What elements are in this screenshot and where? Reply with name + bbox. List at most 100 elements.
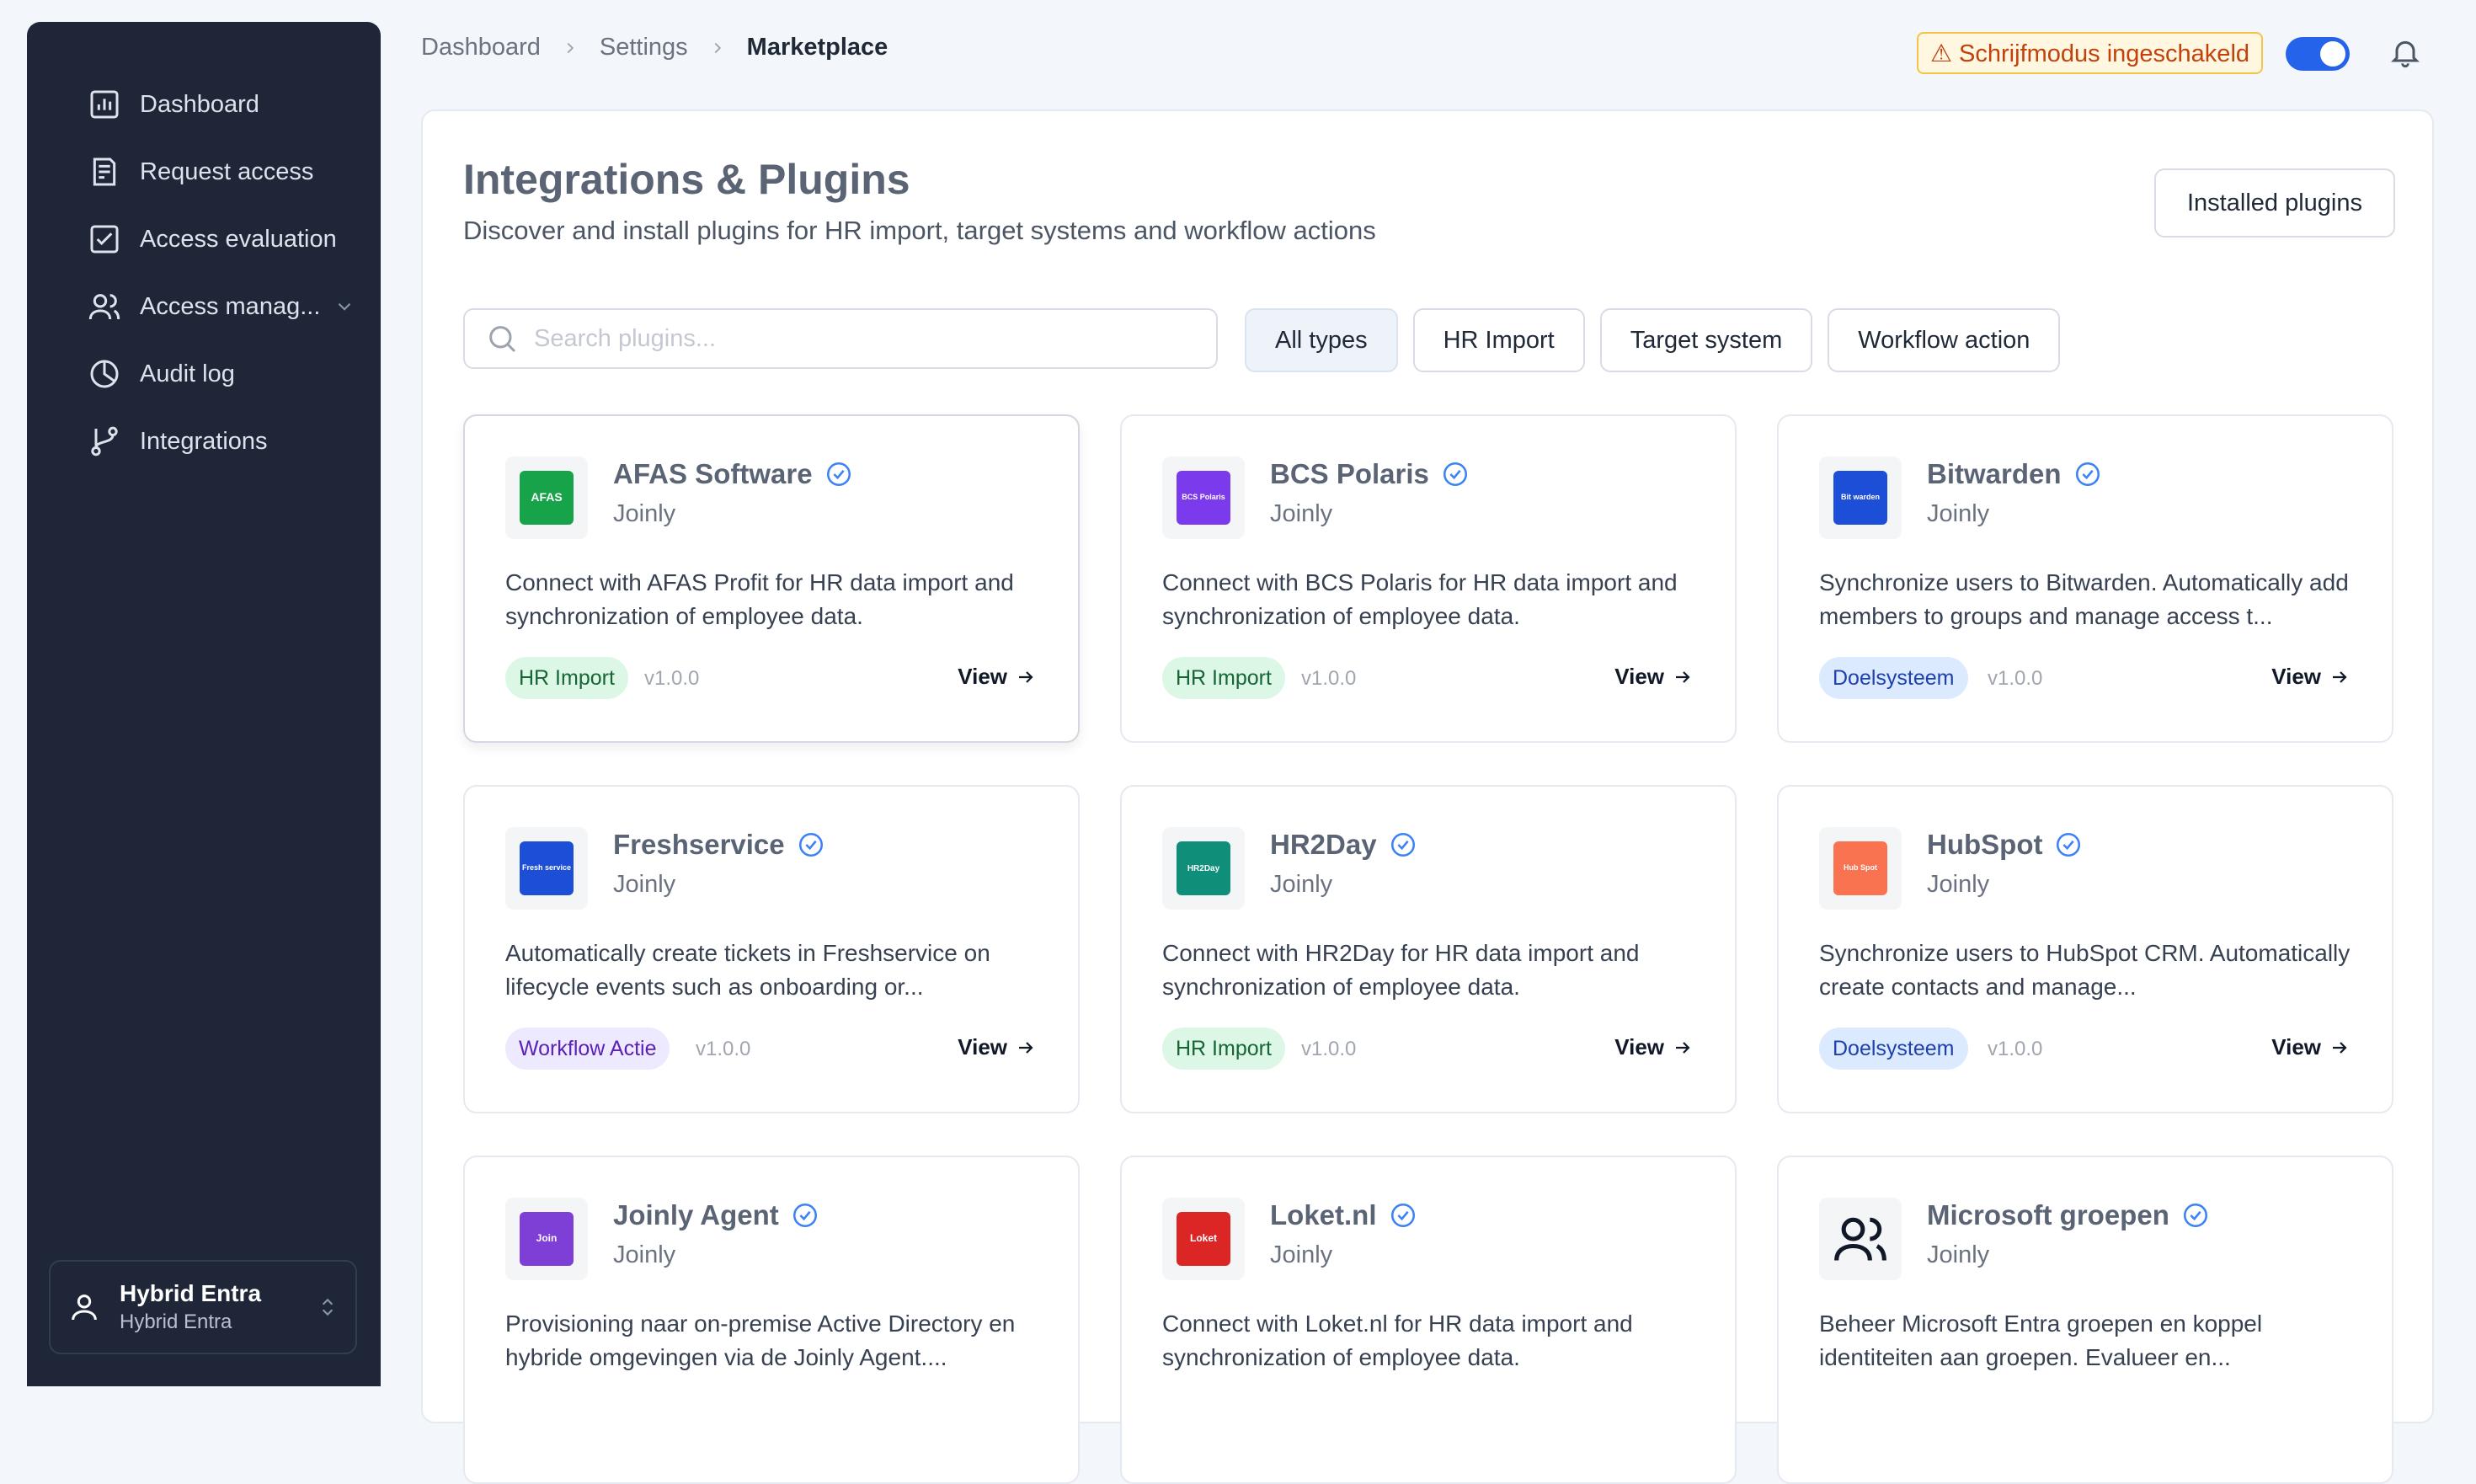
plugin-description: Synchronize users to Bitwarden. Automati… <box>1819 569 2349 629</box>
verified-icon <box>826 462 851 487</box>
plugin-name: HubSpot <box>1927 829 2043 860</box>
plugin-type-badge: Workflow Actie <box>505 1028 670 1070</box>
plugin-card-bitwarden[interactable]: Bit warden Bitwarden Joinly Synchronize … <box>1777 414 2393 743</box>
plugin-version: v1.0.0 <box>696 1038 751 1060</box>
plugin-vendor: Joinly <box>1927 871 1990 898</box>
bell-icon[interactable] <box>2388 35 2422 69</box>
view-label: View <box>2271 664 2321 689</box>
plugin-logo: BCS Polaris <box>1162 456 1245 539</box>
plugin-card-hr2day[interactable]: HR2Day HR2Day Joinly Connect with HR2Day… <box>1120 785 1737 1113</box>
arrow-right-icon <box>1676 1041 1690 1054</box>
view-plugin-link[interactable]: View <box>2271 1034 2350 1060</box>
plugin-version: v1.0.0 <box>1988 667 2043 690</box>
plugin-card-bcs-polaris[interactable]: BCS Polaris BCS Polaris Joinly Connect w… <box>1120 414 1737 743</box>
sidebar-item-request-access[interactable]: Request access <box>61 138 364 206</box>
plugin-name: Joinly Agent <box>613 1199 779 1230</box>
main-panel: Integrations & Plugins Discover and inst… <box>421 109 2434 1484</box>
plugin-version: v1.0.0 <box>644 667 700 690</box>
view-label: View <box>1614 664 1664 689</box>
plugin-vendor: Joinly <box>613 1241 676 1268</box>
verified-icon <box>792 1203 817 1228</box>
plugin-name-row: AFAS Software <box>613 458 853 490</box>
plugin-logo: HR2Day <box>1162 827 1245 910</box>
filter-all-types[interactable]: All types <box>1245 308 1398 372</box>
plugin-card-loket[interactable]: Loket Loket.nl Joinly Connect with Loket… <box>1120 1156 1737 1484</box>
view-plugin-link[interactable]: View <box>958 1034 1036 1060</box>
plugin-vendor: Joinly <box>1270 871 1333 898</box>
sidebar-item-access-management[interactable]: Access manag... <box>61 273 364 340</box>
sidebar-item-dashboard[interactable]: Dashboard <box>61 71 364 138</box>
sidebar-item-access-evaluation[interactable]: Access evaluation <box>61 206 364 273</box>
filter-target-system[interactable]: Target system <box>1599 308 1813 372</box>
verified-icon <box>2183 1203 2207 1228</box>
hubspot-logo: Hub Spot <box>1833 841 1887 895</box>
plugin-name: Bitwarden <box>1927 458 2062 489</box>
afas-logo: AFAS <box>520 471 574 525</box>
bitwarden-logo: Bit warden <box>1833 471 1887 525</box>
view-plugin-link[interactable]: View <box>2271 664 2350 690</box>
breadcrumb-dashboard[interactable]: Dashboard <box>421 34 541 61</box>
plugin-logo: Fresh service <box>505 827 588 910</box>
plugin-description: Synchronize users to HubSpot CRM. Automa… <box>1819 940 2351 1000</box>
write-mode-toggle[interactable] <box>2286 37 2350 71</box>
plugin-name: Loket.nl <box>1270 1199 1377 1230</box>
plugin-card-freshservice[interactable]: Fresh service Freshservice Joinly Automa… <box>463 785 1080 1113</box>
breadcrumb-settings[interactable]: Settings <box>600 34 688 61</box>
filter-hr-import[interactable]: HR Import <box>1412 308 1585 372</box>
type-filters: All types HR Import Target system Workfl… <box>1245 308 2075 372</box>
arrow-right-icon <box>1019 670 1033 683</box>
git-branch-icon <box>88 424 121 458</box>
users-icon <box>88 290 121 323</box>
arrow-right-icon <box>2333 670 2347 683</box>
user-icon <box>67 1290 101 1324</box>
plugin-name: Freshservice <box>613 829 785 860</box>
plugin-name-row: Loket.nl <box>1270 1199 1417 1231</box>
search-input[interactable] <box>532 323 1216 354</box>
plugin-card-joinly-agent[interactable]: Join Joinly Agent Joinly Provisioning na… <box>463 1156 1080 1484</box>
plugin-vendor: Joinly <box>1927 500 1990 527</box>
view-plugin-link[interactable]: View <box>1614 664 1693 690</box>
view-label: View <box>958 664 1007 689</box>
sidebar-item-integrations[interactable]: Integrations <box>61 408 364 475</box>
search-icon <box>489 326 516 353</box>
search-box <box>463 308 1218 369</box>
plugin-type-badge: HR Import <box>505 657 628 699</box>
verified-icon <box>2057 832 2081 857</box>
user-info: Hybrid Entra Hybrid Entra <box>120 1280 261 1334</box>
loket-logo: Loket <box>1177 1212 1230 1266</box>
view-plugin-link[interactable]: View <box>958 664 1036 690</box>
plugin-type-badge: HR Import <box>1162 657 1285 699</box>
sidebar-item-label: Access evaluation <box>140 225 337 253</box>
plugin-name: BCS Polaris <box>1270 458 1429 489</box>
bcs-polaris-logo: BCS Polaris <box>1177 471 1230 525</box>
filter-workflow-action[interactable]: Workflow action <box>1828 308 2061 372</box>
plugin-type-badge: HR Import <box>1162 1028 1285 1070</box>
user-switcher[interactable]: Hybrid Entra Hybrid Entra <box>49 1260 357 1354</box>
sidebar-item-audit-log[interactable]: Audit log <box>61 340 364 408</box>
user-org: Hybrid Entra <box>120 1311 232 1333</box>
plugin-description: Provisioning naar on-premise Active Dire… <box>505 1311 1016 1370</box>
plugin-card-microsoft-groepen[interactable]: Microsoft groepen Joinly Beheer Microsof… <box>1777 1156 2393 1484</box>
sidebar-item-label: Access manag... <box>140 292 321 320</box>
clipboard-icon <box>88 155 121 189</box>
user-name: Hybrid Entra <box>120 1280 262 1306</box>
arrow-right-icon <box>1676 670 1690 683</box>
plugin-card-hubspot[interactable]: Hub Spot HubSpot Joinly Synchronize user… <box>1777 785 2393 1113</box>
chevron-down-icon[interactable] <box>334 296 355 318</box>
installed-plugins-button[interactable]: Installed plugins <box>2154 168 2395 238</box>
plugin-name-row: Joinly Agent <box>613 1199 819 1231</box>
chevron-right-icon <box>567 42 574 53</box>
view-plugin-link[interactable]: View <box>1614 1034 1693 1060</box>
plugin-type-badge: Doelsysteem <box>1819 1028 1968 1070</box>
verified-icon <box>2075 462 2100 487</box>
plugin-name: HR2Day <box>1270 829 1377 860</box>
plugin-description: Beheer Microsoft Entra groepen en koppel… <box>1819 1311 2263 1370</box>
bar-chart-icon <box>88 88 121 121</box>
plugin-card-afas[interactable]: AFAS AFAS Software Joinly Connect with A… <box>463 414 1080 743</box>
plugin-description: Connect with AFAS Profit for HR data imp… <box>505 569 1014 629</box>
view-label: View <box>958 1034 1007 1060</box>
plugin-description: Automatically create tickets in Freshser… <box>505 940 990 1000</box>
breadcrumb-marketplace: Marketplace <box>746 34 888 61</box>
page-title: Integrations & Plugins <box>463 156 910 203</box>
toggle-knob <box>2320 41 2345 67</box>
